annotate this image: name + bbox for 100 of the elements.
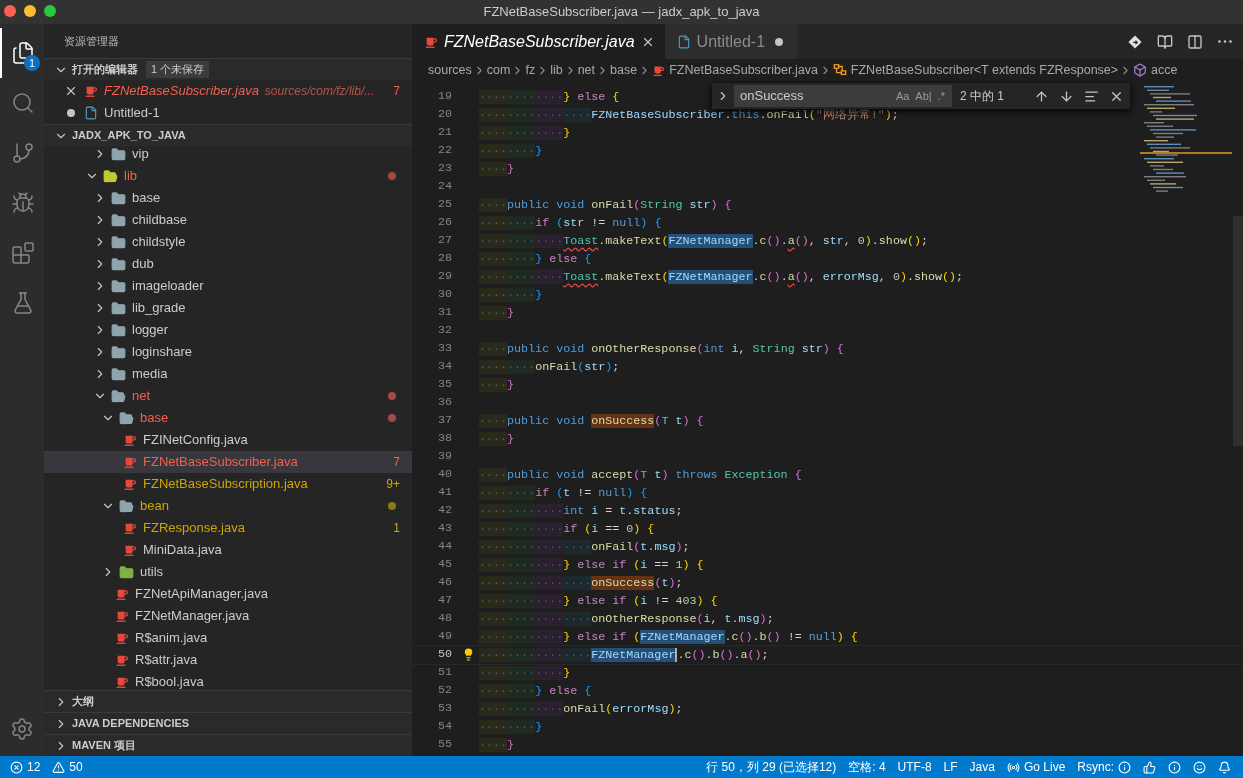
line-number: 41	[436, 484, 452, 502]
find-option-toggle[interactable]: .*	[934, 87, 948, 105]
code-line: ····public void onSuccess(T t) {	[479, 413, 704, 430]
breadcrumb-item[interactable]: FZNetBaseSubscriber.java	[652, 60, 818, 80]
folder-icon	[111, 256, 126, 272]
file-row[interactable]: FZResponse.java 1	[44, 517, 412, 539]
code-line: ············if (i == 0) {	[479, 521, 655, 538]
folder-row[interactable]: dub	[44, 253, 412, 275]
find-option-toggle[interactable]: Aa	[892, 87, 913, 105]
line-number: 43	[436, 520, 452, 538]
file-row[interactable]: R$bool.java	[44, 671, 412, 690]
section-title: MAVEN 项目	[72, 738, 136, 754]
status-text: 空格: 4	[848, 759, 886, 776]
arrow-down-icon[interactable]	[1059, 88, 1074, 104]
lightbulb-icon[interactable]	[462, 648, 475, 661]
editor-tab[interactable]: FZNetBaseSubscriber.java	[412, 24, 665, 59]
folder-row[interactable]: childstyle	[44, 231, 412, 253]
line-number: 47	[436, 592, 452, 610]
section-header[interactable]: MAVEN 项目	[44, 734, 412, 756]
folder-row[interactable]: bean	[44, 495, 412, 517]
folder-row[interactable]: base	[44, 407, 412, 429]
folder-row[interactable]: vip	[44, 143, 412, 165]
line-number: 45	[436, 556, 452, 574]
lines-icon[interactable]	[1084, 88, 1099, 104]
info-icon	[1168, 760, 1181, 774]
code-line: ········if (str != null) {	[479, 215, 662, 232]
open-editor-row[interactable]: FZNetBaseSubscriber.java sources/com/fz/lib/... 7	[44, 80, 412, 102]
go-live-button[interactable]: Go Live	[1000, 756, 1072, 778]
folder-row[interactable]: logger	[44, 319, 412, 341]
line-number: 37	[436, 412, 452, 430]
close-window-icon[interactable]	[4, 5, 16, 17]
status-item[interactable]: UTF-8	[891, 756, 938, 778]
file-name: media	[132, 365, 168, 384]
find-input[interactable]: onSuccess Aa Ab| .*	[734, 85, 952, 107]
folder-row[interactable]: net	[44, 385, 412, 407]
cup-icon	[123, 455, 137, 469]
section-header[interactable]: 打开的编辑器 1 个未保存	[44, 58, 412, 80]
code-line: ················onSuccess(t);	[479, 575, 683, 592]
breadcrumb-item[interactable]: acce	[1133, 60, 1178, 80]
file-name: childbase	[132, 211, 187, 230]
folder-icon	[111, 278, 126, 294]
status-item[interactable]: Java	[963, 756, 1001, 778]
line-number: 51	[436, 664, 452, 682]
breadcrumb-item[interactable]: sources	[428, 60, 472, 80]
file-name: FZResponse.java	[143, 519, 245, 538]
minimize-window-icon[interactable]	[24, 5, 36, 17]
code-line: ····}	[479, 431, 515, 448]
find-option-toggle[interactable]: Ab|	[912, 87, 935, 105]
code-line: ····}	[479, 737, 515, 754]
status-text: Go Live	[1023, 759, 1066, 776]
file-row[interactable]: FZINetConfig.java	[44, 429, 412, 451]
folder-row[interactable]: base	[44, 187, 412, 209]
file-row[interactable]: FZNetBaseSubscription.java 9+	[44, 473, 412, 495]
code-line: ········onFail(str);	[479, 359, 620, 376]
open-editor-row[interactable]: Untitled-1	[44, 102, 412, 124]
file-row[interactable]: R$anim.java	[44, 627, 412, 649]
status-item[interactable]: 行 50，列 29 (已选择12)	[700, 756, 843, 778]
section-header[interactable]: JADX_APK_TO_JAVA	[44, 124, 412, 146]
folder-row[interactable]: utils	[44, 561, 412, 583]
breadcrumb-item[interactable]: net	[577, 60, 596, 80]
file-name: bean	[140, 497, 169, 516]
file-row[interactable]: FZNetBaseSubscriber.java 7	[44, 451, 412, 473]
folder-row[interactable]: loginshare	[44, 341, 412, 363]
status-item[interactable]: LF	[937, 756, 964, 778]
line-number: 32	[436, 322, 452, 340]
breadcrumb-item[interactable]: lib	[550, 60, 563, 80]
file-row[interactable]: R$attr.java	[44, 649, 412, 671]
editor-tab[interactable]: Untitled-1	[664, 24, 798, 59]
files-icon	[11, 41, 35, 65]
file-row[interactable]: FZNetManager.java	[44, 605, 412, 627]
close-icon[interactable]	[64, 84, 78, 98]
file-name: lib	[124, 167, 137, 186]
problems-button[interactable]: 50	[46, 756, 89, 778]
maximize-window-icon[interactable]	[44, 5, 56, 17]
status-item[interactable]: 空格: 4	[842, 756, 892, 778]
section-header[interactable]: 大纲	[44, 690, 412, 712]
code-line: ················FZNetBaseSubscriber.this.onFail("网络异常!");	[479, 107, 899, 124]
problems-button[interactable]: 12	[4, 756, 47, 778]
thumbs-up-icon	[1143, 760, 1156, 774]
section-header[interactable]: JAVA DEPENDENCIES	[44, 712, 412, 734]
problem-count: 1	[393, 520, 400, 537]
file-row[interactable]: MiniData.java	[44, 539, 412, 561]
folder-row[interactable]: lib	[44, 165, 412, 187]
breadcrumb-item[interactable]: com	[486, 60, 511, 80]
folder-row[interactable]: imageloader	[44, 275, 412, 297]
folder-row[interactable]: media	[44, 363, 412, 385]
rsync-button[interactable]: Rsync:	[1071, 756, 1137, 778]
breadcrumb-item[interactable]: FZNetBaseSubscriber<T extends FZResponse>	[832, 60, 1119, 80]
file-name: net	[132, 387, 151, 406]
code-line: ············} else if (FZNetManager.c().b() != null) {	[479, 629, 858, 646]
folder-row[interactable]: lib_grade	[44, 297, 412, 319]
folder-row[interactable]: childbase	[44, 209, 412, 231]
line-number: 55	[436, 736, 452, 754]
breadcrumb-item[interactable]: fz	[525, 60, 536, 80]
line-number: 28	[436, 250, 452, 268]
breadcrumb-item[interactable]: base	[610, 60, 638, 80]
file-name: vip	[132, 145, 149, 164]
flask-icon	[11, 291, 35, 315]
file-row[interactable]: FZNetApiManager.java	[44, 583, 412, 605]
match-count: 2 中的 1	[960, 88, 1004, 105]
